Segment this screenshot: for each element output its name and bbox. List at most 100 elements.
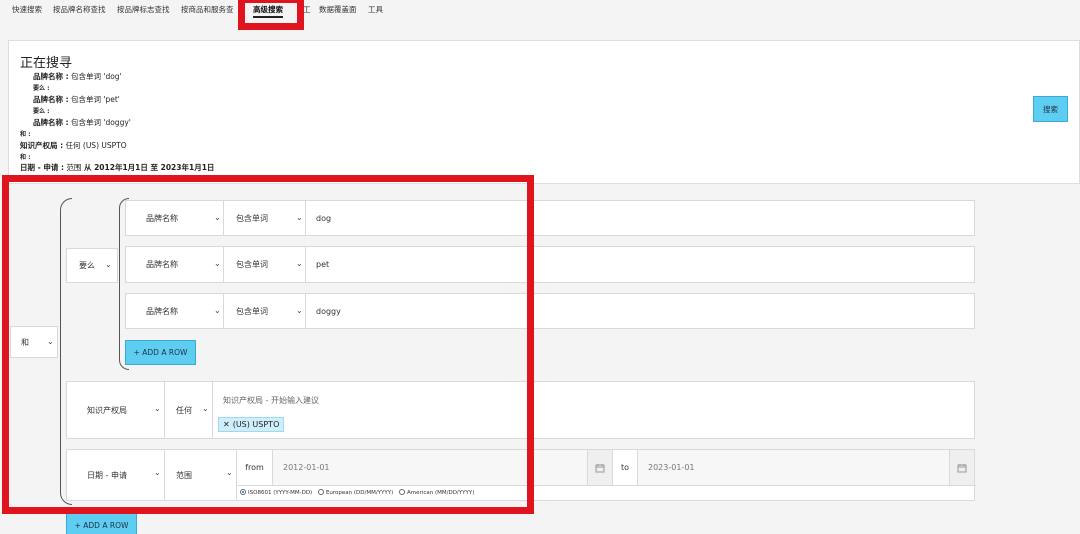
- close-icon[interactable]: ✕: [223, 420, 230, 429]
- query-row: 品牌名称 ⌄ 包含单词 ⌄ doggy: [125, 293, 975, 329]
- value-input[interactable]: doggy: [306, 294, 974, 328]
- operator-select-value: 范围: [176, 470, 192, 480]
- radio-selected-icon: [240, 489, 246, 495]
- summary-line-9: 日期 - 申请 : 范围 从 2012年1月1日 至 2023年1月1日: [20, 162, 214, 173]
- nav-advanced-search[interactable]: 高级搜索: [253, 4, 283, 18]
- nav-tools-partial[interactable]: 工: [303, 4, 311, 15]
- query-row: 品牌名称 ⌄ 包含单词 ⌄ pet: [125, 246, 975, 283]
- summary-label: 知识产权局 :: [20, 141, 64, 150]
- office-row: 知识产权局 ⌄ 任何 ⌄ 知识产权局 - 开始输入建议 ✕ (US) USPTO: [66, 381, 975, 439]
- field-select[interactable]: 品牌名称 ⌄: [126, 201, 224, 235]
- chevron-down-icon: ⌄: [105, 260, 112, 269]
- chevron-down-icon: ⌄: [47, 337, 54, 346]
- chevron-down-icon: ⌄: [214, 306, 221, 315]
- format-option-label: ISO8601 (YYYY-MM-DD): [248, 489, 313, 496]
- operator-select[interactable]: 包含单词 ⌄: [224, 201, 306, 235]
- outer-operator-select[interactable]: 和 ⌄: [10, 326, 58, 358]
- from-label: from: [237, 450, 273, 485]
- value-input-text: pet: [316, 260, 330, 269]
- nav-tools[interactable]: 工具: [368, 4, 383, 15]
- operator-select-value: 任何: [176, 405, 192, 415]
- to-date-value: 2023-01-01: [648, 463, 695, 472]
- chevron-down-icon: ⌄: [296, 306, 303, 315]
- summary-value: 范围: [63, 163, 82, 172]
- calendar-icon[interactable]: [949, 450, 975, 485]
- office-chip: ✕ (US) USPTO: [218, 417, 285, 432]
- format-option-label: European (DD/MM/YYYY): [325, 489, 394, 496]
- summary-line-2: 要么 :: [33, 85, 50, 92]
- date-format-options: ISO8601 (YYYY-MM-DD) European (DD/MM/YYY…: [240, 489, 474, 496]
- field-select-value: 知识产权局: [87, 405, 127, 415]
- value-input-text: dog: [316, 213, 332, 223]
- calendar-icon[interactable]: [587, 450, 613, 485]
- radio-icon: [317, 489, 324, 495]
- field-select-value: 品牌名称: [146, 213, 178, 223]
- date-range-inputs: from 2012-01-01 to 2023-01-01: [237, 450, 976, 486]
- summary-label: 品牌名称 :: [33, 95, 69, 104]
- operator-select[interactable]: 任何 ⌄: [165, 382, 213, 438]
- nav-quick-search[interactable]: 快速搜索: [12, 4, 42, 15]
- value-input-text: doggy: [316, 306, 341, 316]
- summary-value: 包含单词 'doggy': [68, 118, 131, 127]
- format-option-iso[interactable]: ISO8601 (YYYY-MM-DD): [240, 489, 313, 496]
- format-option-american[interactable]: American (MM/DD/YYYY): [399, 489, 475, 496]
- nav-brand-name-search[interactable]: 按品牌名称查找: [53, 4, 106, 15]
- add-row-outer-button[interactable]: + ADD A ROW: [66, 513, 137, 534]
- operator-select[interactable]: 包含单词 ⌄: [224, 247, 306, 282]
- value-input[interactable]: dog: [306, 201, 974, 235]
- field-select-value: 日期 - 申请: [87, 470, 127, 480]
- operator-select[interactable]: 范围 ⌄: [165, 450, 237, 500]
- field-select-value: 品牌名称: [146, 260, 178, 269]
- summary-line-6: 和 :: [20, 131, 31, 138]
- summary-value: 任何 (US) USPTO: [63, 141, 127, 150]
- summary-line-5: 品牌名称 : 包含单词 'doggy': [33, 117, 131, 128]
- summary-line-3: 品牌名称 : 包含单词 'pet': [33, 94, 120, 105]
- group-operator-select[interactable]: 要么 ⌄: [66, 248, 118, 283]
- operator-select-value: 包含单词: [236, 260, 268, 269]
- value-input[interactable]: pet: [306, 247, 974, 282]
- summary-label: 品牌名称 :: [33, 72, 69, 81]
- field-select[interactable]: 品牌名称 ⌄: [126, 247, 224, 282]
- outer-operator-value: 和: [21, 337, 29, 347]
- from-date-value: 2012-01-01: [283, 463, 330, 472]
- field-select[interactable]: 日期 - 申请 ⌄: [67, 450, 165, 500]
- chevron-down-icon: ⌄: [226, 468, 233, 477]
- add-row-inner-button[interactable]: + ADD A ROW: [125, 340, 196, 365]
- current-search-title: 正在搜寻: [20, 56, 73, 71]
- summary-line-8: 和 :: [20, 154, 31, 161]
- from-date-input[interactable]: 2012-01-01: [273, 450, 587, 485]
- field-select[interactable]: 知识产权局 ⌄: [67, 382, 165, 438]
- nav-data-coverage[interactable]: 数据覆盖面: [319, 4, 357, 15]
- format-option-european[interactable]: European (DD/MM/YYYY): [317, 489, 394, 496]
- to-date-input[interactable]: 2023-01-01: [637, 450, 949, 485]
- radio-icon: [399, 489, 406, 495]
- field-select-value: 品牌名称: [146, 306, 178, 316]
- summary-label: 日期 - 申请 :: [20, 163, 64, 172]
- field-select[interactable]: 品牌名称 ⌄: [126, 294, 224, 328]
- search-button[interactable]: 搜索: [1033, 96, 1068, 122]
- summary-line-4: 要么 :: [33, 108, 50, 115]
- chevron-down-icon: ⌄: [214, 213, 221, 222]
- office-input-placeholder[interactable]: 知识产权局 - 开始输入建议: [223, 395, 319, 406]
- chevron-down-icon: ⌄: [202, 404, 209, 413]
- operator-select-value: 包含单词: [236, 213, 268, 223]
- group-operator-value: 要么: [79, 261, 95, 270]
- chevron-down-icon: ⌄: [154, 404, 161, 413]
- chevron-down-icon: ⌄: [214, 259, 221, 268]
- query-row: 品牌名称 ⌄ 包含单词 ⌄ dog: [125, 200, 975, 236]
- summary-date-range: 从 2012年1月1日 至 2023年1月1日: [81, 163, 215, 172]
- chevron-down-icon: ⌄: [296, 213, 303, 222]
- chevron-down-icon: ⌄: [296, 259, 303, 268]
- chevron-down-icon: ⌄: [154, 468, 161, 477]
- nav-goods-services-search[interactable]: 按商品和服务查: [181, 4, 234, 15]
- date-row: 日期 - 申请 ⌄ 范围 ⌄ from 2012-01-01 to 2023-01-…: [66, 449, 976, 501]
- format-option-label: American (MM/DD/YYYY): [407, 489, 475, 496]
- operator-select-value: 包含单词: [236, 306, 268, 316]
- summary-line-7: 知识产权局 : 任何 (US) USPTO: [20, 140, 127, 151]
- summary-value: 包含单词 'dog': [68, 72, 122, 81]
- nav-brand-logo-search[interactable]: 按品牌标志查找: [117, 4, 170, 15]
- summary-line-1: 品牌名称 : 包含单词 'dog': [33, 71, 122, 82]
- operator-select[interactable]: 包含单词 ⌄: [224, 294, 306, 328]
- to-label: to: [620, 463, 630, 472]
- office-chip-label: (US) USPTO: [232, 420, 280, 429]
